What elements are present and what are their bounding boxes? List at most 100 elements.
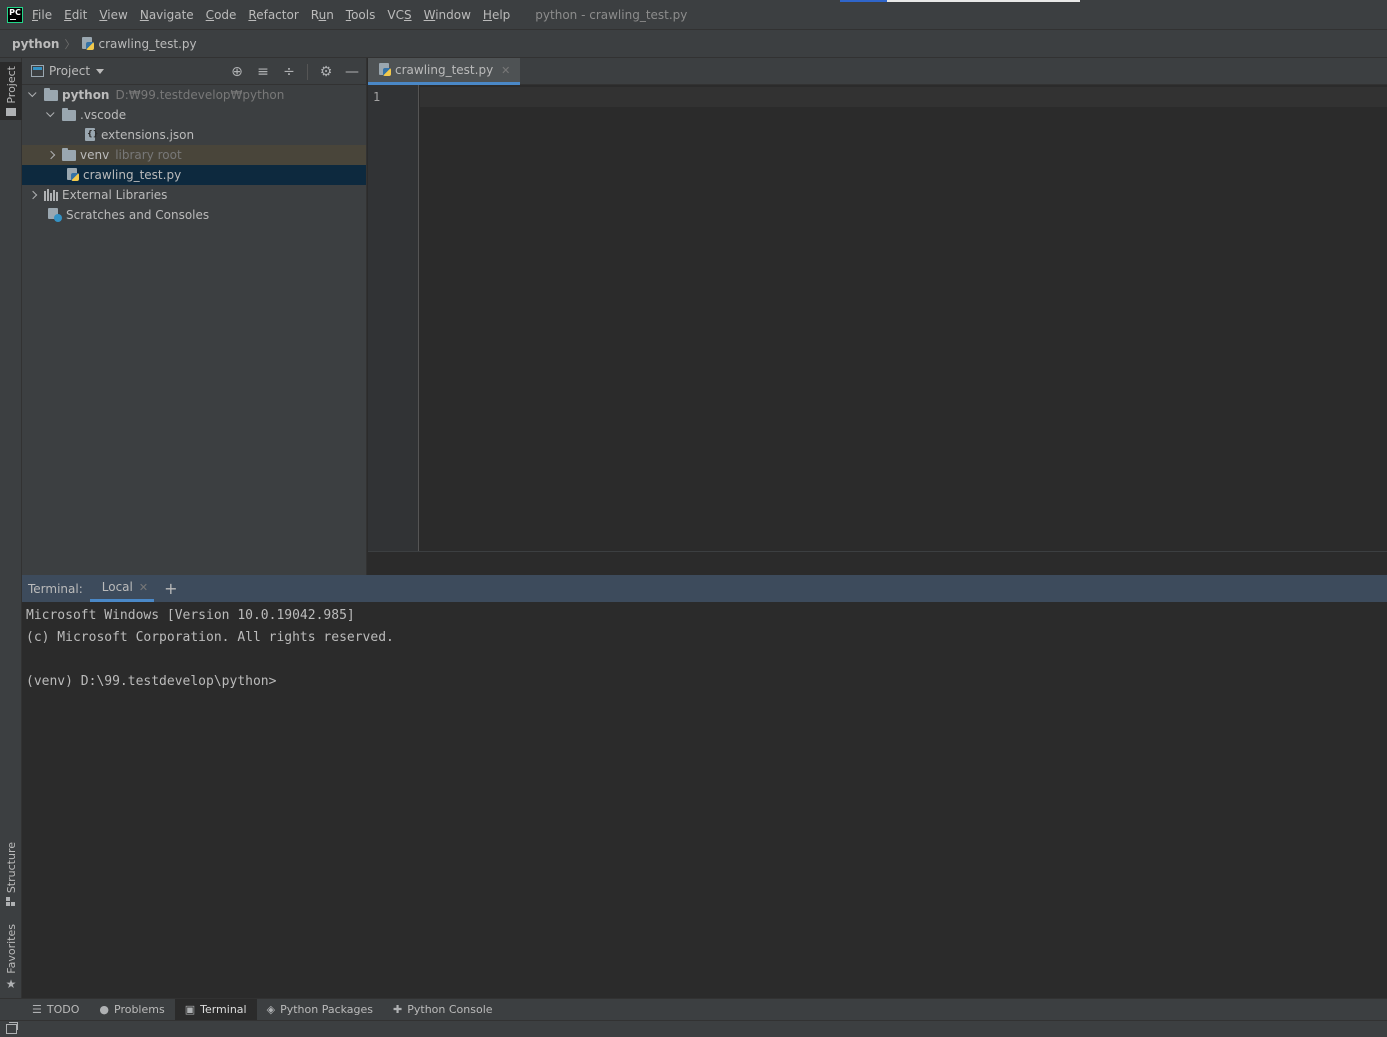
favorites-tool-button[interactable]: Favorites ★ [0,920,22,995]
structure-tool-label: Structure [4,842,18,894]
toggle-tool-windows-icon[interactable] [6,1022,18,1034]
hide-panel-icon[interactable]: — [344,64,360,80]
tree-item-scratches[interactable]: Scratches and Consoles [22,205,366,225]
python-console-tool-button[interactable]: ✚ Python Console [383,999,503,1021]
problems-label: Problems [114,1003,165,1016]
folder-icon [62,107,76,121]
chevron-right-icon[interactable] [26,190,40,201]
terminal-prompt: (venv) D:\99.testdevelop\python> [26,674,277,689]
locate-file-icon[interactable]: ⊕ [229,64,245,80]
python-console-icon: ✚ [393,1003,403,1016]
menu-refactor[interactable]: Refactor [248,8,298,22]
chevron-down-icon[interactable] [44,110,58,121]
project-view-selector[interactable]: Project [49,64,90,78]
toolbar-divider [307,63,308,80]
folder-icon [6,107,16,116]
tree-item-venv[interactable]: venv library root [22,145,366,165]
python-file-icon [81,36,95,51]
python-packages-label: Python Packages [280,1003,374,1016]
chevron-down-icon[interactable] [26,90,40,101]
breadcrumb-root[interactable]: python [12,37,59,51]
python-file-icon [378,63,392,77]
breadcrumb-file-label: crawling_test.py [98,36,197,51]
editor-tab-crawling-test[interactable]: crawling_test.py ✕ [368,58,521,85]
project-header: Project ⊕ ≡ ÷ ⚙ — [22,58,366,85]
tree-item-python[interactable]: python D:₩99.testdevelop₩python [22,85,366,105]
todo-tool-button[interactable]: ☰ TODO [22,999,89,1021]
chevron-down-icon[interactable] [96,68,105,74]
problems-tool-button[interactable]: ● Problems [89,999,174,1021]
favorites-tool-label: Favorites [4,924,18,974]
library-icon [44,189,58,201]
pycharm-logo-icon: PC [7,6,23,23]
tree-item-label: .vscode [80,108,127,122]
terminal-label: Terminal [200,1003,247,1016]
menu-help[interactable]: Help [483,8,510,22]
tree-item-label: venv [80,148,110,162]
terminal-tab-label: Local [101,580,133,594]
terminal-line: (c) Microsoft Corporation. All rights re… [26,630,394,645]
menu-run[interactable]: Run [311,8,334,22]
menu-window[interactable]: Window [424,8,471,22]
breadcrumb-file[interactable]: crawling_test.py [81,36,197,51]
menu-bar: PC File Edit View Navigate Code Refactor… [0,0,1387,29]
gear-icon[interactable]: ⚙ [318,64,334,80]
menu-tools[interactable]: Tools [346,8,376,22]
chevron-right-icon[interactable] [44,150,58,161]
tree-item-vscode[interactable]: .vscode [22,105,366,125]
tree-item-label: crawling_test.py [83,168,182,182]
python-file-icon [66,168,80,182]
menu-code[interactable]: Code [206,8,237,22]
project-view-icon [31,65,44,77]
terminal-output[interactable]: Microsoft Windows [Version 10.0.19042.98… [22,602,1387,998]
terminal-tool-button[interactable]: ▣ Terminal [174,998,257,1021]
left-tool-stripe: Project Structure Favorites ★ [0,58,22,998]
menu-edit[interactable]: Edit [64,8,87,22]
tree-item-label: External Libraries [62,188,168,202]
menu-vcs[interactable]: VCS [387,8,411,22]
window-title: python - crawling_test.py [535,7,688,22]
expand-all-icon[interactable]: ≡ [255,64,271,80]
star-icon: ★ [5,976,17,991]
collapse-all-icon[interactable]: ÷ [281,64,297,80]
editor-tab-bar: crawling_test.py ✕ [368,58,1387,85]
tree-item-crawling-test[interactable]: crawling_test.py [22,165,366,185]
add-terminal-icon[interactable]: + [164,579,177,598]
folder-icon [62,147,76,161]
terminal-title: Terminal: [28,581,83,596]
tree-item-label: Scratches and Consoles [66,208,210,222]
navigation-bar: python 〉 crawling_test.py [0,29,1387,58]
close-icon[interactable]: ✕ [139,581,148,594]
terminal-tab-local[interactable]: Local ✕ [89,575,155,602]
breadcrumb-separator-icon: 〉 [64,37,76,51]
tree-item-external-libraries[interactable]: External Libraries [22,185,366,205]
editor-tab-label: crawling_test.py [395,63,494,77]
info-icon: ● [99,1003,109,1016]
menu-navigate[interactable]: Navigate [140,8,194,22]
todo-label: TODO [46,1003,80,1016]
project-tool-button[interactable]: Project [0,62,22,120]
menu-file[interactable]: File [32,8,52,22]
tree-item-path: D:₩99.testdevelop₩python [115,88,285,102]
python-console-label: Python Console [407,1003,493,1016]
structure-tool-button[interactable]: Structure [0,838,22,910]
structure-icon [6,897,16,907]
python-packages-tool-button[interactable]: ◈ Python Packages [257,999,383,1021]
code-editor[interactable] [420,85,1387,551]
json-file-icon [84,128,98,142]
tree-item-extensions-json[interactable]: extensions.json [22,125,366,145]
close-icon[interactable]: ✕ [501,64,510,77]
tree-item-label: python [62,88,110,102]
terminal-icon: ▣ [184,1003,196,1016]
list-icon: ☰ [32,1003,42,1016]
status-bar [0,1020,1387,1037]
tree-item-hint: library root [115,148,182,162]
menu-view[interactable]: View [99,8,127,22]
project-tree: python D:₩99.testdevelop₩python .vscode … [22,85,366,225]
scratches-icon [48,208,62,222]
layers-icon: ◈ [266,1003,276,1016]
title-progress-strip [840,0,1080,2]
editor-bottom-area [368,551,1387,575]
project-tool-label: Project [4,66,18,104]
editor-gutter: 1 [368,85,419,551]
